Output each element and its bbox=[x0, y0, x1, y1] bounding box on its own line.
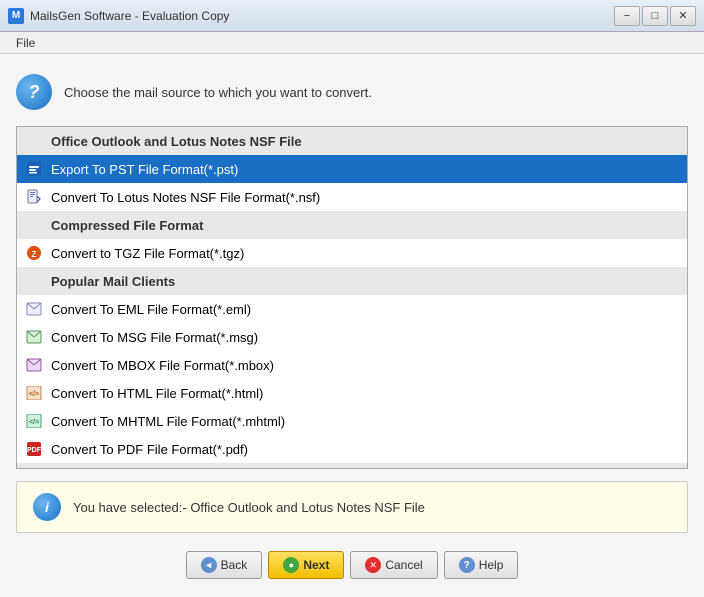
format-list-scroll[interactable]: Office Outlook and Lotus Notes NSF File … bbox=[17, 127, 687, 468]
item-label-html: Convert To HTML File Format(*.html) bbox=[51, 386, 263, 401]
status-text: You have selected:- Office Outlook and L… bbox=[73, 500, 425, 515]
category-label: Office Outlook and Lotus Notes NSF File bbox=[51, 134, 302, 149]
list-item-mbox[interactable]: Convert To MBOX File Format(*.mbox) bbox=[17, 351, 687, 379]
cancel-button[interactable]: ✕ Cancel bbox=[350, 551, 437, 579]
list-item-eml[interactable]: Convert To EML File Format(*.eml) bbox=[17, 295, 687, 323]
item-label-mhtml: Convert To MHTML File Format(*.mhtml) bbox=[51, 414, 285, 429]
status-info-icon: i bbox=[33, 493, 61, 521]
app-icon: M bbox=[8, 8, 24, 24]
nsf-icon bbox=[25, 188, 43, 206]
mhtml-icon: </> bbox=[25, 412, 43, 430]
help-button[interactable]: ? Help bbox=[444, 551, 519, 579]
item-label-mbox: Convert To MBOX File Format(*.mbox) bbox=[51, 358, 274, 373]
list-item-pdf[interactable]: PDF Convert To PDF File Format(*.pdf) bbox=[17, 435, 687, 463]
item-label-msg: Convert To MSG File Format(*.msg) bbox=[51, 330, 258, 345]
header-info-icon: ? bbox=[16, 74, 52, 110]
item-label-tgz: Convert to TGZ File Format(*.tgz) bbox=[51, 246, 244, 261]
status-bar: i You have selected:- Office Outlook and… bbox=[16, 481, 688, 533]
next-label: Next bbox=[303, 558, 329, 572]
next-circle-icon: ● bbox=[283, 557, 299, 573]
category-icon-3 bbox=[25, 272, 43, 290]
list-item-tgz[interactable]: Z Convert to TGZ File Format(*.tgz) bbox=[17, 239, 687, 267]
category-compressed: Compressed File Format bbox=[17, 211, 687, 239]
msg-icon bbox=[25, 328, 43, 346]
mbox-icon bbox=[25, 356, 43, 374]
html-icon: </> bbox=[25, 384, 43, 402]
header-row: ? Choose the mail source to which you wa… bbox=[16, 70, 688, 114]
category-mail-clients: Popular Mail Clients bbox=[17, 267, 687, 295]
help-label: Help bbox=[479, 558, 504, 572]
category-remote: Upload To Remote Servers bbox=[17, 463, 687, 468]
category-label-3: Popular Mail Clients bbox=[51, 274, 175, 289]
cancel-circle-icon: ✕ bbox=[365, 557, 381, 573]
pdf-icon: PDF bbox=[25, 440, 43, 458]
eml-icon bbox=[25, 300, 43, 318]
title-bar-left: M MailsGen Software - Evaluation Copy bbox=[8, 8, 229, 24]
minimize-button[interactable]: − bbox=[614, 6, 640, 26]
back-label: Back bbox=[221, 558, 248, 572]
menu-bar: File bbox=[0, 32, 704, 54]
window-title: MailsGen Software - Evaluation Copy bbox=[30, 9, 229, 23]
category-icon bbox=[25, 132, 43, 150]
back-button[interactable]: ◄ Back bbox=[186, 551, 263, 579]
svg-text:</>: </> bbox=[29, 419, 39, 426]
list-item-mhtml[interactable]: </> Convert To MHTML File Format(*.mhtml… bbox=[17, 407, 687, 435]
file-menu[interactable]: File bbox=[8, 34, 43, 52]
svg-text:PDF: PDF bbox=[27, 447, 42, 454]
tgz-icon: Z bbox=[25, 244, 43, 262]
category-icon-2 bbox=[25, 216, 43, 234]
item-label-nsf: Convert To Lotus Notes NSF File Format(*… bbox=[51, 190, 320, 205]
list-item-msg[interactable]: Convert To MSG File Format(*.msg) bbox=[17, 323, 687, 351]
pst-icon bbox=[25, 160, 43, 178]
title-controls: − □ ✕ bbox=[614, 6, 696, 26]
next-button[interactable]: ● Next bbox=[268, 551, 344, 579]
title-bar: M MailsGen Software - Evaluation Copy − … bbox=[0, 0, 704, 32]
content-area: ? Choose the mail source to which you wa… bbox=[0, 54, 704, 597]
item-label-pdf: Convert To PDF File Format(*.pdf) bbox=[51, 442, 248, 457]
bottom-bar: ◄ Back ● Next ✕ Cancel ? Help bbox=[16, 545, 688, 581]
help-circle-icon: ? bbox=[459, 557, 475, 573]
item-label-pst: Export To PST File Format(*.pst) bbox=[51, 162, 238, 177]
cancel-label: Cancel bbox=[385, 558, 422, 572]
list-item-html[interactable]: </> Convert To HTML File Format(*.html) bbox=[17, 379, 687, 407]
back-arrow-icon: ◄ bbox=[201, 557, 217, 573]
header-description: Choose the mail source to which you want… bbox=[64, 85, 372, 100]
format-list-container: Office Outlook and Lotus Notes NSF File … bbox=[16, 126, 688, 469]
svg-text:</>: </> bbox=[29, 391, 39, 398]
svg-text:Z: Z bbox=[32, 250, 37, 259]
item-label-eml: Convert To EML File Format(*.eml) bbox=[51, 302, 251, 317]
category-outlook-lotus: Office Outlook and Lotus Notes NSF File bbox=[17, 127, 687, 155]
category-label-2: Compressed File Format bbox=[51, 218, 203, 233]
list-item-nsf[interactable]: Convert To Lotus Notes NSF File Format(*… bbox=[17, 183, 687, 211]
list-item-pst[interactable]: Export To PST File Format(*.pst) bbox=[17, 155, 687, 183]
maximize-button[interactable]: □ bbox=[642, 6, 668, 26]
close-button[interactable]: ✕ bbox=[670, 6, 696, 26]
